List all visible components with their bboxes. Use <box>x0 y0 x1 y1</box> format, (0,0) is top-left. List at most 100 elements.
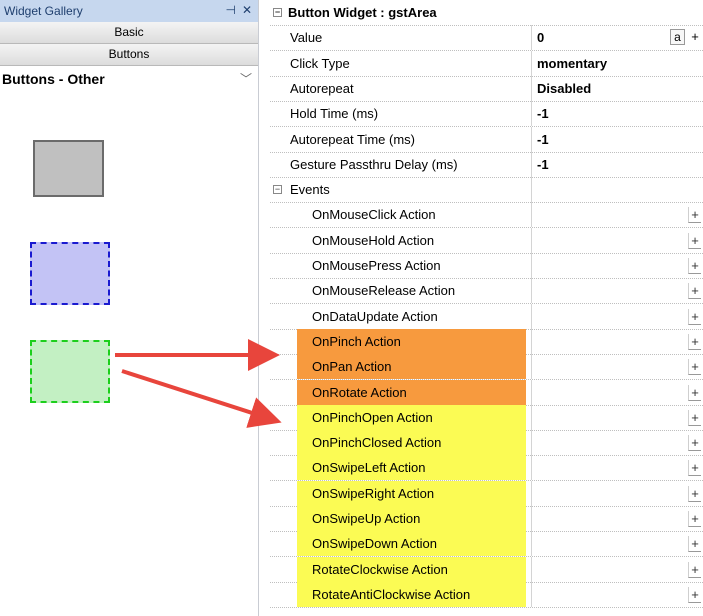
column-divider <box>531 556 532 582</box>
add-action-button[interactable]: + <box>688 511 701 527</box>
property-row[interactable]: Gesture Passthru Delay (ms) -1 <box>270 151 703 178</box>
property-value[interactable]: -1 <box>537 127 549 152</box>
events-header-row[interactable]: − Events <box>270 177 703 204</box>
property-label: Click Type <box>290 55 350 71</box>
add-action-button[interactable]: + <box>688 561 701 578</box>
property-value[interactable]: 0 <box>537 25 544 50</box>
events-title: Events <box>290 182 330 198</box>
add-action-button[interactable]: + <box>688 359 701 376</box>
add-action-button[interactable]: + <box>688 308 701 325</box>
gray-button-sample[interactable] <box>33 140 104 197</box>
column-divider <box>531 480 532 506</box>
event-row[interactable]: OnPinchOpen Action + <box>270 404 703 431</box>
event-row[interactable]: RotateClockwise Action + <box>270 556 703 583</box>
event-label: OnSwipeLeft Action <box>312 460 426 476</box>
add-action-button[interactable]: + <box>688 384 701 401</box>
column-divider <box>531 354 532 380</box>
property-value[interactable]: Disabled <box>537 76 591 101</box>
event-label: OnRotate Action <box>312 384 407 400</box>
event-row[interactable]: OnMouseClick Action + <box>270 202 703 229</box>
column-divider <box>531 581 532 607</box>
category-label: Buttons - Other <box>2 71 105 87</box>
event-label: OnMouseHold Action <box>312 232 435 248</box>
event-row[interactable]: OnPinch Action + <box>270 328 703 355</box>
column-divider <box>531 531 532 557</box>
property-row[interactable]: Autorepeat Disabled <box>270 75 703 102</box>
property-row[interactable]: Hold Time (ms) -1 <box>270 101 703 128</box>
column-divider <box>531 25 532 51</box>
property-value[interactable]: -1 <box>537 152 549 177</box>
event-label: OnPinch Action <box>312 333 401 349</box>
gallery-samples-area <box>0 90 258 616</box>
pin-icon[interactable]: ⊣ <box>225 3 235 17</box>
add-action-button[interactable]: + <box>688 283 701 300</box>
event-label: OnPinchOpen Action <box>312 409 433 425</box>
add-action-button[interactable]: + <box>688 586 701 603</box>
event-label: RotateAntiClockwise Action <box>312 586 471 602</box>
event-row[interactable]: OnMousePress Action + <box>270 253 703 279</box>
event-label: OnMousePress Action <box>312 258 441 273</box>
property-label: Autorepeat Time (ms) <box>290 131 415 147</box>
event-row[interactable]: OnRotate Action + <box>270 379 703 406</box>
property-value[interactable]: -1 <box>537 101 549 126</box>
column-divider <box>531 177 532 203</box>
add-action-button[interactable]: + <box>688 460 701 477</box>
column-divider <box>531 278 532 304</box>
column-divider <box>531 455 532 481</box>
event-row[interactable]: OnPinchClosed Action + <box>270 430 703 457</box>
column-divider <box>531 202 532 228</box>
tab-basic[interactable]: Basic <box>0 22 258 44</box>
collapse-toggle-icon[interactable]: − <box>273 185 282 195</box>
column-divider <box>531 430 532 456</box>
property-row[interactable]: Click Type momentary <box>270 50 703 77</box>
category-dropdown[interactable]: Buttons - Other ﹀ <box>0 66 258 93</box>
event-row[interactable]: OnMouseHold Action + <box>270 227 703 254</box>
grid-title: Button Widget : gstArea <box>288 5 437 20</box>
column-divider <box>531 404 532 430</box>
add-action-button[interactable]: + <box>688 536 701 553</box>
event-label: OnDataUpdate Action <box>312 308 438 324</box>
add-action-button[interactable]: + <box>688 435 701 452</box>
event-label: OnPan Action <box>312 359 392 375</box>
column-divider <box>531 151 532 177</box>
event-row[interactable]: OnMouseRelease Action + <box>270 278 703 305</box>
green-dashed-button-sample[interactable] <box>30 340 110 403</box>
column-divider <box>531 506 532 531</box>
chevron-down-icon: ﹀ <box>239 72 252 86</box>
event-row[interactable]: OnSwipeLeft Action + <box>270 455 703 482</box>
property-row[interactable]: Autorepeat Time (ms) -1 <box>270 126 703 153</box>
event-row[interactable]: OnSwipeDown Action + <box>270 531 703 558</box>
property-row[interactable]: Value 0 a + <box>270 25 703 52</box>
event-row[interactable]: OnDataUpdate Action + <box>270 303 703 330</box>
column-divider <box>531 50 532 76</box>
property-label: Value <box>290 30 323 46</box>
property-value[interactable]: momentary <box>537 51 607 76</box>
add-action-button[interactable]: + <box>688 232 701 249</box>
add-action-button[interactable]: + <box>688 409 701 426</box>
add-action-button[interactable]: + <box>688 333 701 350</box>
column-divider <box>531 253 532 278</box>
value-a-button[interactable]: a <box>670 29 685 46</box>
grid-header-row: − Button Widget : gstArea <box>270 0 703 26</box>
add-action-button[interactable]: + <box>688 207 701 224</box>
event-label: OnMouseRelease Action <box>312 283 456 299</box>
collapse-toggle-icon[interactable]: − <box>273 8 282 17</box>
value-add-button[interactable]: + <box>688 29 702 45</box>
column-divider <box>531 126 532 152</box>
column-divider <box>531 303 532 329</box>
event-row[interactable]: RotateAntiClockwise Action + <box>270 581 703 608</box>
event-row[interactable]: OnSwipeRight Action + <box>270 480 703 507</box>
event-row[interactable]: OnSwipeUp Action + <box>270 506 703 532</box>
tab-buttons[interactable]: Buttons <box>0 44 258 66</box>
column-divider <box>531 227 532 253</box>
add-action-button[interactable]: + <box>688 485 701 502</box>
close-icon[interactable]: ✕ <box>242 3 252 17</box>
column-divider <box>531 328 532 354</box>
blue-dashed-button-sample[interactable] <box>30 242 110 305</box>
event-label: OnSwipeRight Action <box>312 485 435 501</box>
event-row[interactable]: OnPan Action + <box>270 354 703 381</box>
add-action-button[interactable]: + <box>688 258 701 274</box>
property-grid: − Button Widget : gstArea Value 0 a + Click Ty… <box>270 0 703 616</box>
property-label: Hold Time (ms) <box>290 106 379 122</box>
event-label: OnPinchClosed Action <box>312 435 442 451</box>
